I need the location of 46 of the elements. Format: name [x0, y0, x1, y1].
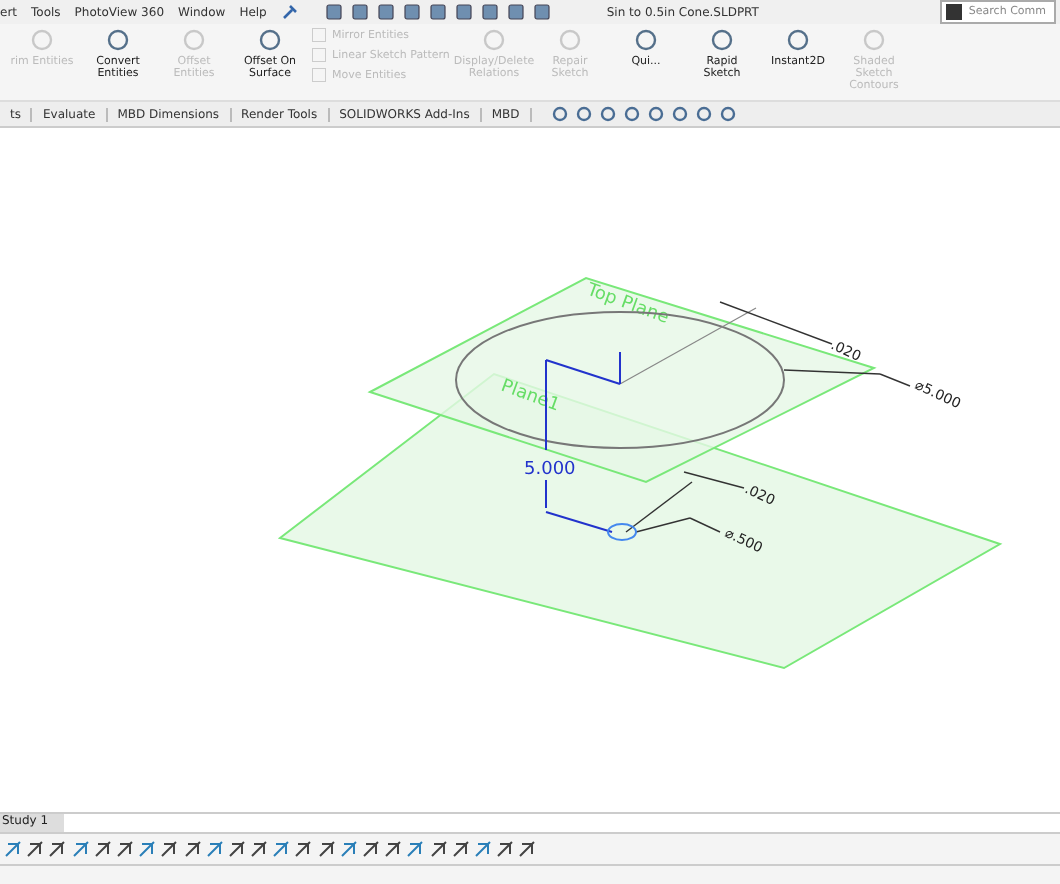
command-icon [946, 4, 963, 20]
tool-icon [862, 28, 886, 52]
tool-icon [182, 28, 206, 52]
sketch-tool-icon[interactable] [160, 840, 179, 858]
dimension-label: 5.000 [524, 460, 576, 480]
quick-access-icon[interactable] [532, 2, 553, 22]
sketch-tool-icon[interactable] [4, 840, 22, 858]
sketch-tool-icon[interactable] [406, 840, 425, 858]
sketch-tool-icon[interactable] [384, 840, 403, 858]
tool-icon [106, 28, 130, 52]
small-circle-sketch [607, 523, 637, 541]
sketch-tool-icon[interactable] [362, 840, 380, 858]
sketch-tool-icon[interactable] [205, 840, 224, 858]
sketch-tool-icon[interactable] [339, 840, 358, 858]
quick-access-icon[interactable] [428, 2, 449, 22]
sketch-tool-icon[interactable] [272, 840, 291, 858]
sketch-tool-icon[interactable] [93, 840, 112, 858]
quick-access-icon[interactable] [454, 2, 475, 22]
sketch-tool-icon[interactable] [227, 840, 246, 858]
sketch-tool-icon[interactable] [294, 840, 313, 858]
sketch-tool-icon[interactable] [138, 840, 157, 858]
quick-access-icon[interactable] [402, 2, 423, 22]
tool-icon [482, 28, 506, 52]
sketch-tool-icon[interactable] [518, 840, 537, 858]
tool-icon [30, 28, 54, 52]
quick-access-icon[interactable] [506, 2, 527, 22]
tool-icon [558, 28, 582, 52]
sketch-tool-icon[interactable] [26, 840, 45, 858]
sketch-tool-icon[interactable] [48, 840, 67, 858]
sketch-tool-icon[interactable] [451, 840, 470, 858]
tool-icon [634, 28, 658, 52]
tool-icon [710, 28, 734, 52]
sketch-tool-icon[interactable] [250, 840, 269, 858]
quick-access-icon[interactable] [324, 2, 345, 22]
quick-access-icon[interactable] [350, 2, 371, 22]
sketch-tool-icon[interactable] [496, 840, 515, 858]
tool-icon [258, 28, 282, 52]
sketch-tool-icon[interactable] [71, 840, 90, 858]
tool-icon [786, 28, 810, 52]
quick-access-icon[interactable] [376, 2, 397, 22]
sketch-tool-icon[interactable] [429, 840, 448, 858]
quick-access-icon[interactable] [480, 2, 501, 22]
sketch-tool-icon[interactable] [115, 840, 134, 858]
sketch-tool-icon[interactable] [183, 840, 201, 858]
sketch-tool-icon[interactable] [473, 840, 492, 858]
sketch-tool-icon[interactable] [317, 840, 336, 858]
